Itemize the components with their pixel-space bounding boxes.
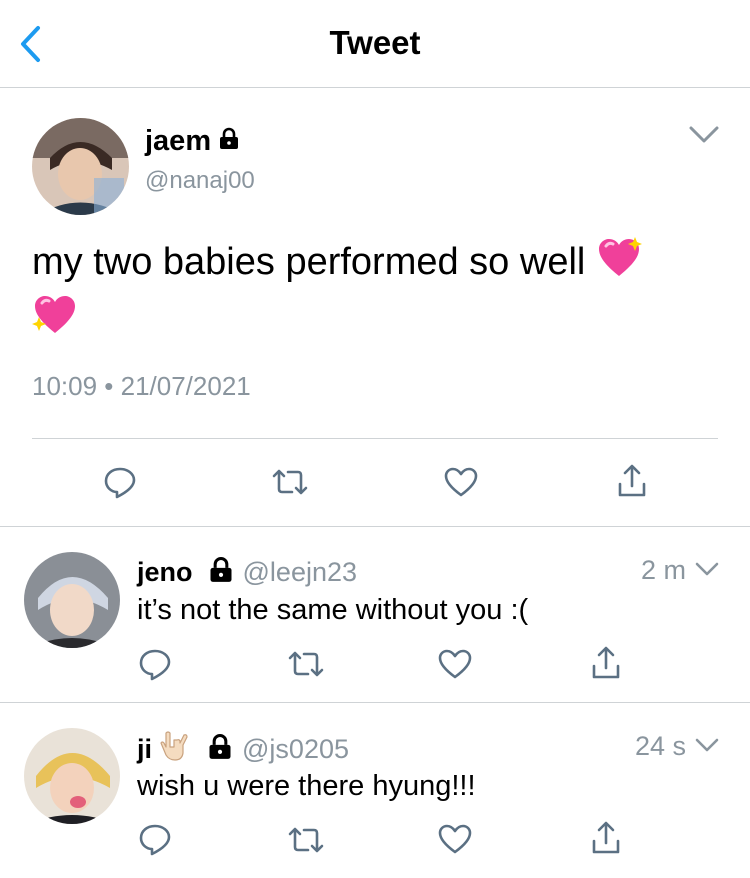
reply-icon: [139, 824, 171, 856]
heart-icon: [444, 467, 478, 497]
list-item[interactable]: ji @js0205 24 s wish u were there hyung!…: [0, 704, 750, 878]
reply-text: wish u were there hyung!!!: [137, 770, 476, 802]
divider: [32, 438, 718, 439]
chevron-down-icon: [695, 738, 719, 752]
reply-timestamp: 2 m: [640, 555, 686, 585]
list-item[interactable]: jeno @leejn23 2 m it’s not the same with…: [0, 528, 750, 703]
tweet-options-button[interactable]: [694, 561, 720, 578]
chevron-down-icon: [689, 126, 719, 143]
author-handle: @js0205: [242, 734, 349, 764]
author-name: ji: [137, 734, 153, 764]
retweet-button[interactable]: [272, 467, 308, 502]
reply-icon: [139, 649, 171, 681]
sparkling-heart-icon: [596, 236, 642, 293]
tweet-text: my two babies performed so well: [32, 236, 722, 350]
lock-icon: [217, 125, 241, 158]
share-icon: [592, 821, 620, 854]
page-title: Tweet: [329, 24, 421, 61]
chevron-down-icon: [695, 562, 719, 576]
retweet-icon: [288, 827, 324, 853]
share-button[interactable]: [617, 464, 647, 503]
reply-text: it’s not the same without you :(: [137, 594, 529, 626]
share-icon: [618, 464, 646, 497]
share-button[interactable]: [591, 646, 621, 685]
author-name: jeno: [137, 557, 193, 587]
heart-icon: [438, 649, 472, 679]
share-button[interactable]: [591, 821, 621, 860]
reply-button[interactable]: [138, 822, 172, 861]
tweet-timestamp: 10:09 • 21/07/2021: [32, 371, 251, 401]
author-handle: @leejn23: [242, 557, 358, 587]
reply-icon: [104, 467, 136, 499]
reply-button[interactable]: [138, 647, 172, 686]
reply-button[interactable]: [103, 465, 137, 504]
reply-timestamp: 24 s: [634, 731, 686, 761]
author-name-row: jaem: [145, 125, 241, 158]
lock-icon: [207, 555, 235, 590]
avatar[interactable]: [24, 552, 120, 648]
retweet-button[interactable]: [288, 649, 324, 684]
tweet-options-button[interactable]: [688, 125, 720, 145]
main-tweet: jaem @nanaj00 my two babies performed so…: [0, 89, 750, 527]
sparkling-heart-icon: [32, 293, 78, 350]
like-button[interactable]: [444, 467, 478, 502]
author-handle: @nanaj00: [145, 167, 255, 194]
share-icon: [592, 646, 620, 679]
retweet-icon: [272, 469, 308, 495]
like-button[interactable]: [438, 649, 472, 684]
lock-icon: [206, 732, 234, 767]
like-button[interactable]: [438, 824, 472, 859]
retweet-button[interactable]: [288, 825, 324, 860]
avatar[interactable]: [32, 118, 129, 215]
heart-icon: [438, 824, 472, 854]
avatar[interactable]: [24, 728, 120, 824]
author-name: jaem: [145, 125, 212, 157]
reply-header: jeno @leejn23: [137, 555, 357, 590]
top-nav-bar: Tweet: [0, 0, 750, 88]
retweet-icon: [288, 651, 324, 677]
tweet-options-button[interactable]: [694, 737, 720, 754]
reply-header: ji @js0205: [137, 731, 349, 768]
love-you-gesture-icon: [160, 731, 188, 768]
